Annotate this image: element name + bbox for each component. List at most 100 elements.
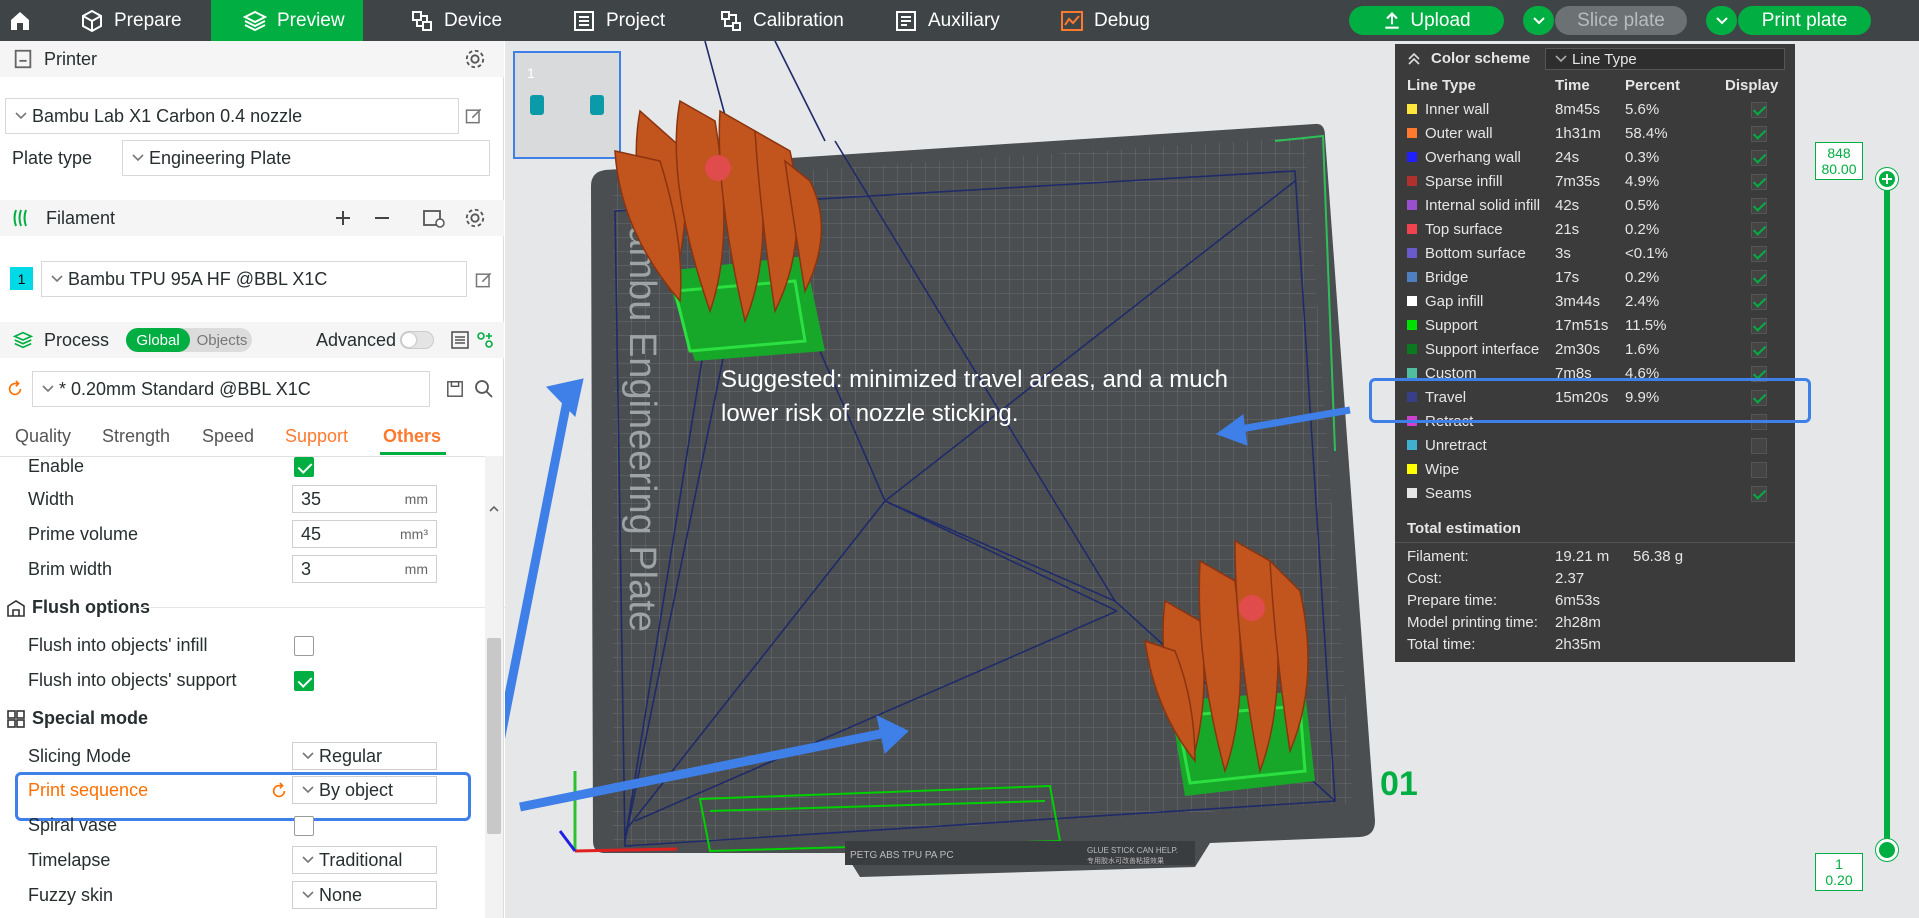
legend-display-checkbox[interactable] (1751, 462, 1767, 478)
legend-percent: 0.3% (1625, 149, 1660, 166)
flush-support-checkbox[interactable] (294, 671, 314, 691)
enable-checkbox[interactable] (294, 457, 314, 477)
legend-display-checkbox[interactable] (1751, 438, 1767, 454)
legend-swatch (1407, 248, 1417, 258)
top-layer-number: 848 (1827, 145, 1851, 161)
legend-row-bridge: Bridge 17s 0.2% (1395, 266, 1795, 290)
tab-speed[interactable]: Speed (202, 426, 254, 447)
slice-plate-button[interactable]: Slice plate (1555, 6, 1687, 35)
tab-preview[interactable]: Preview (211, 0, 363, 41)
gear-icon[interactable] (464, 207, 486, 229)
legend-display-checkbox[interactable] (1751, 486, 1767, 502)
chevron-down-icon (302, 752, 314, 760)
fuzzy-skin-value: None (319, 884, 363, 905)
remove-icon[interactable] (372, 208, 392, 228)
tab-quality[interactable]: Quality (15, 426, 71, 447)
legend-display-checkbox[interactable] (1751, 342, 1767, 358)
chevron-down-icon (1715, 16, 1728, 24)
legend-display-checkbox[interactable] (1751, 102, 1767, 118)
save-icon[interactable] (446, 380, 464, 398)
legend-display-checkbox[interactable] (1751, 126, 1767, 142)
legend-display-checkbox[interactable] (1751, 270, 1767, 286)
chevron-up-icon[interactable] (488, 504, 500, 514)
tab-others[interactable]: Others (383, 426, 441, 447)
scrollbar-thumb[interactable] (487, 638, 501, 834)
tab-device[interactable]: Device (410, 0, 510, 41)
cost-label: Cost: (1407, 570, 1443, 587)
print-dropdown-button[interactable] (1706, 6, 1737, 35)
top-layer-handle[interactable] (1876, 168, 1898, 190)
legend-display-checkbox[interactable] (1751, 174, 1767, 190)
tab-support[interactable]: Support (285, 426, 348, 447)
gear-icon[interactable] (464, 48, 486, 70)
annotation-line-2: lower risk of nozzle sticking. (721, 400, 1019, 427)
reset-icon[interactable] (6, 380, 24, 398)
spiral-vase-checkbox[interactable] (294, 816, 314, 836)
home-button[interactable] (8, 0, 40, 41)
list-icon[interactable] (450, 330, 470, 350)
legend-display-checkbox[interactable] (1751, 246, 1767, 262)
legend-row-outer-wall: Outer wall 1h31m 58.4% (1395, 122, 1795, 146)
search-icon[interactable] (474, 379, 494, 399)
legend-display-checkbox[interactable] (1751, 222, 1767, 238)
process-icon (12, 331, 34, 349)
bottom-layer-handle[interactable] (1876, 839, 1898, 861)
col-line-type: Line Type (1407, 77, 1476, 94)
flush-infill-checkbox[interactable] (294, 636, 314, 656)
tab-auxiliary[interactable]: Auxiliary (894, 0, 1014, 41)
prepare-time-label: Prepare time: (1407, 592, 1498, 609)
add-icon[interactable] (333, 208, 353, 228)
slice-dropdown-button[interactable] (1523, 6, 1554, 35)
enable-label: Enable (28, 456, 85, 476)
legend-display-checkbox[interactable] (1751, 318, 1767, 334)
color-scheme-select[interactable]: Line Type (1545, 48, 1785, 70)
compare-icon[interactable] (476, 331, 494, 349)
chevron-up-icon[interactable] (1407, 53, 1421, 65)
legend-swatch (1407, 296, 1417, 306)
legend-swatch (1407, 440, 1417, 450)
fuzzy-skin-select[interactable]: None (292, 881, 437, 909)
tab-prepare[interactable]: Prepare (80, 0, 200, 41)
tab-project[interactable]: Project (572, 0, 682, 41)
filament-sync-icon[interactable] (422, 207, 446, 229)
filament-name: Bambu TPU 95A HF @BBL X1C (68, 268, 328, 289)
filament-select[interactable]: Bambu TPU 95A HF @BBL X1C (41, 261, 467, 297)
legend-time: 17s (1555, 269, 1580, 286)
printer-select[interactable]: Bambu Lab X1 Carbon 0.4 nozzle (5, 98, 459, 134)
print-plate-button[interactable]: Print plate (1738, 6, 1871, 35)
prime-volume-label: Prime volume (28, 524, 139, 544)
legend-display-checkbox[interactable] (1751, 150, 1767, 166)
legend-row-bottom-surface: Bottom surface 3s <0.1% (1395, 242, 1795, 266)
legend-display-checkbox[interactable] (1751, 198, 1767, 214)
active-tab-indicator (380, 452, 446, 455)
process-preset-select[interactable]: * 0.20mm Standard @BBL X1C (32, 371, 430, 407)
plate-type-label: Plate type (12, 148, 93, 168)
tab-debug[interactable]: Debug (1060, 0, 1160, 41)
legend-row-support: Support 17m51s 11.5% (1395, 314, 1795, 338)
slicing-mode-label: Slicing Mode (28, 746, 132, 766)
legend-swatch (1407, 128, 1417, 138)
filament-slot-badge[interactable]: 1 (10, 267, 33, 290)
legend-percent: 4.9% (1625, 173, 1660, 190)
tab-strength[interactable]: Strength (102, 426, 170, 447)
toggle-objects[interactable]: Objects (192, 328, 252, 352)
edit-icon[interactable] (464, 106, 484, 126)
brim-width-input[interactable]: 3 mm (292, 555, 437, 583)
upload-button[interactable]: Upload (1349, 6, 1504, 35)
global-objects-toggle[interactable]: Global Objects (126, 328, 252, 352)
settings-scrollbar[interactable] (485, 456, 503, 918)
timelapse-select[interactable]: Traditional (292, 846, 437, 874)
legend-display-checkbox[interactable] (1751, 294, 1767, 310)
advanced-toggle[interactable] (400, 331, 434, 349)
layer-slider-track[interactable] (1884, 178, 1890, 850)
filament-section-title: Filament (46, 207, 116, 228)
slicing-mode-select[interactable]: Regular (292, 742, 437, 770)
prime-volume-input[interactable]: 45 mm³ (292, 520, 437, 548)
width-input[interactable]: 35 mm (292, 485, 437, 513)
plate-type-select[interactable]: Engineering Plate (122, 140, 490, 176)
tab-preview-label: Preview (277, 9, 345, 31)
legend-row-inner-wall: Inner wall 8m45s 5.6% (1395, 98, 1795, 122)
tab-calibration[interactable]: Calibration (719, 0, 869, 41)
edit-icon[interactable] (474, 270, 494, 290)
toggle-global[interactable]: Global (126, 328, 190, 352)
